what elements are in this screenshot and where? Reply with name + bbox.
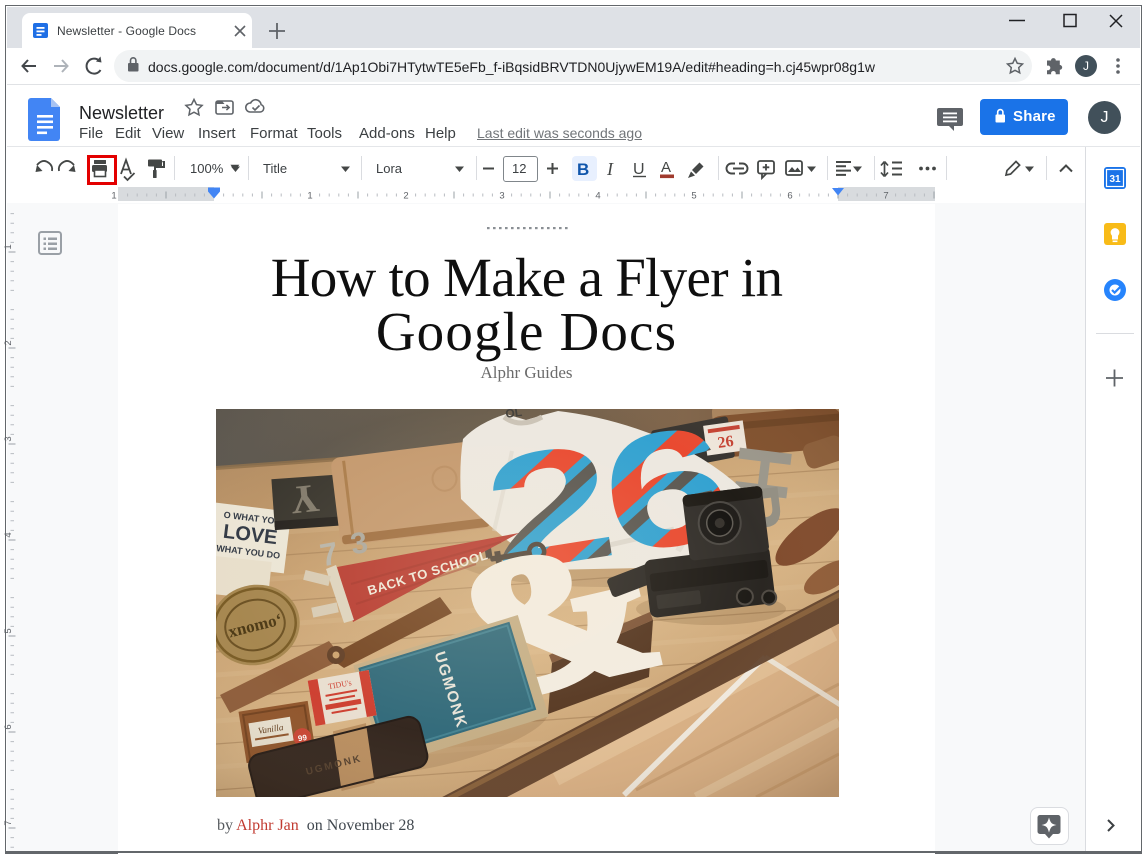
svg-text:6: 6 <box>787 191 792 202</box>
svg-text:2: 2 <box>3 340 14 345</box>
svg-text:7: 7 <box>3 820 14 825</box>
svg-text:1: 1 <box>3 244 14 249</box>
svg-text:4: 4 <box>3 532 14 537</box>
svg-text:3: 3 <box>3 436 14 441</box>
svg-text:5: 5 <box>691 191 696 202</box>
svg-text:1: 1 <box>111 191 116 202</box>
svg-text:1: 1 <box>307 191 312 202</box>
svg-text:5: 5 <box>3 628 14 633</box>
svg-text:4: 4 <box>595 191 600 202</box>
svg-text:2: 2 <box>403 191 408 202</box>
svg-text:6: 6 <box>3 724 14 729</box>
svg-text:31: 31 <box>1109 174 1121 185</box>
svg-text:7: 7 <box>883 191 888 202</box>
svg-text:3: 3 <box>499 191 504 202</box>
